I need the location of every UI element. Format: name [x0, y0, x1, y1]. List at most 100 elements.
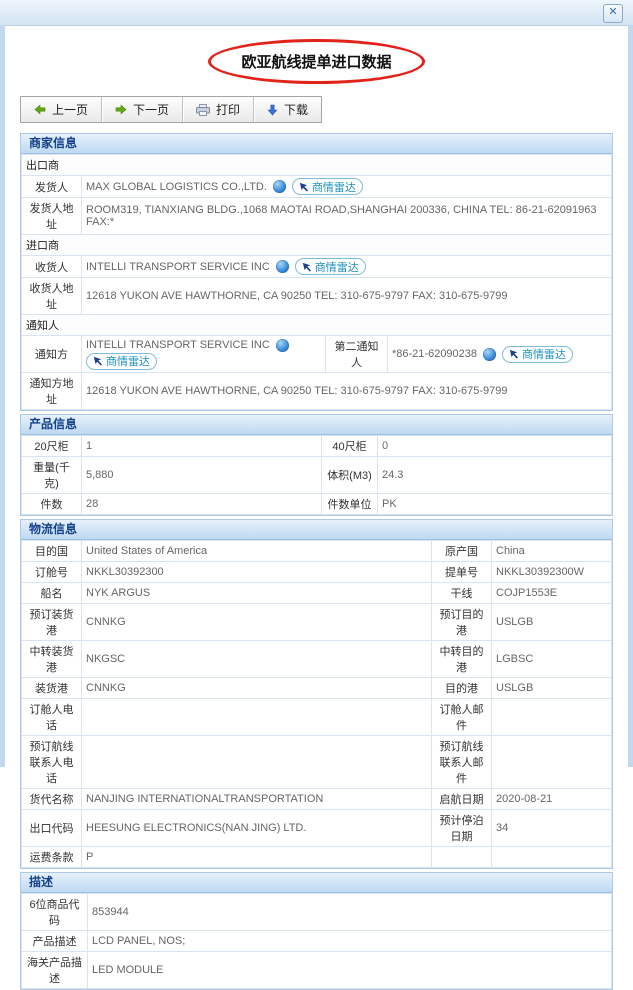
consignee-address-label: 收货人地址 [21, 277, 82, 315]
table-row: 目的国 United States of America 原产国 China [21, 540, 612, 562]
printer-icon [196, 103, 211, 116]
consignee-value: INTELLI TRANSPORT SERVICE INC [86, 260, 270, 273]
title-area: 欧亚航线提单进口数据 [5, 39, 628, 87]
field-value: 5,880 [81, 456, 322, 494]
section-description: 描述 6位商品代码 853944 产品描述 LCD PANEL, NOS; 海关… [20, 872, 613, 990]
next-page-button[interactable]: 下一页 [102, 97, 184, 122]
field-value [81, 735, 432, 789]
field-value [491, 735, 612, 789]
field-value: 2020-08-21 [491, 788, 612, 810]
field-value: CNNKG [81, 677, 432, 699]
field-label [431, 846, 492, 868]
field-value: PK [377, 493, 612, 515]
shipper-value: MAX GLOBAL LOGISTICS CO.,LTD. [86, 180, 267, 193]
prev-page-button[interactable]: 上一页 [21, 97, 103, 122]
close-icon[interactable]: ✕ [603, 4, 623, 23]
shangqing-radar-badge[interactable]: 商情雷达 [291, 178, 363, 195]
description-table: 6位商品代码 853944 产品描述 LCD PANEL, NOS; 海关产品描… [21, 893, 612, 989]
table-row: 通知人 [21, 314, 612, 336]
merchant-section-header: 商家信息 [21, 134, 612, 154]
notify-value: INTELLI TRANSPORT SERVICE INC [86, 339, 270, 351]
table-row: 发货人地址 ROOM319, TIANXIANG BLDG.,1068 MAOT… [21, 197, 612, 235]
radar-arrow-icon [302, 262, 311, 272]
print-label: 打印 [216, 103, 241, 117]
field-label: 货代名称 [21, 788, 82, 810]
field-label: 产品描述 [21, 930, 88, 952]
shangqing-radar-badge[interactable]: 商情雷达 [502, 345, 574, 363]
table-row: 收货人 INTELLI TRANSPORT SERVICE INC 商情雷达 [21, 255, 612, 278]
globe-icon[interactable] [275, 338, 289, 352]
product-table: 20尺柜 1 40尺柜 0 重量(千克) 5,880 体积(M3) 24.3 件… [21, 435, 612, 515]
field-label: 件数单位 [321, 493, 378, 515]
field-value: USLGB [491, 603, 612, 641]
table-row: 装货港 CNNKG 目的港 USLGB [21, 677, 612, 699]
radar-arrow-icon [299, 182, 309, 192]
importer-subheader: 进口商 [21, 234, 612, 256]
table-row: 中转装货港 NKGSC 中转目的港 LGBSC [21, 640, 612, 678]
prev-page-label: 上一页 [52, 103, 89, 117]
radar-badge-label: 商情雷达 [311, 181, 356, 194]
field-value: NANJING INTERNATIONALTRANSPORTATION [81, 788, 432, 810]
field-value: COJP1553E [491, 582, 612, 604]
field-value: China [491, 540, 612, 562]
product-section-header: 产品信息 [21, 415, 612, 435]
table-row: 6位商品代码 853944 [21, 893, 612, 931]
field-label: 订舱号 [21, 561, 82, 583]
field-label: 干线 [431, 582, 492, 604]
table-row: 订舱号 NKKL30392300 提单号 NKKL30392300W [21, 561, 612, 583]
shangqing-radar-badge[interactable]: 商情雷达 [294, 258, 366, 275]
next-page-label: 下一页 [133, 103, 170, 117]
field-value [491, 846, 612, 868]
field-value: LED MODULE [87, 951, 612, 989]
table-row: 船名 NYK ARGUS 干线 COJP1553E [21, 582, 612, 604]
field-value: LGBSC [491, 640, 612, 678]
table-row: 20尺柜 1 40尺柜 0 [21, 435, 612, 457]
shipper-address-label: 发货人地址 [21, 197, 82, 235]
field-label: 预订目的港 [431, 603, 492, 641]
field-label: 目的国 [21, 540, 82, 562]
field-value [491, 698, 612, 736]
globe-icon[interactable] [483, 347, 497, 361]
table-row: 订舱人电话 订舱人邮件 [21, 698, 612, 736]
merchant-table: 出口商 发货人 MAX GLOBAL LOGISTICS CO.,LTD. 商情… [21, 154, 612, 410]
download-label: 下载 [284, 103, 309, 117]
page-title: 欧亚航线提单进口数据 [241, 54, 392, 71]
field-value: NKGSC [81, 640, 432, 678]
field-label: 中转目的港 [431, 640, 492, 678]
shangqing-radar-badge[interactable]: 商情雷达 [86, 352, 157, 370]
window-frame-right [628, 25, 633, 767]
globe-icon[interactable] [275, 260, 289, 273]
print-button[interactable]: 打印 [183, 97, 255, 122]
download-button[interactable]: 下载 [254, 97, 321, 122]
field-label: 中转装货港 [21, 640, 82, 678]
window-titlebar: ✕ [0, 0, 633, 26]
field-label: 20尺柜 [21, 435, 82, 457]
shipper-address-value: ROOM319, TIANXIANG BLDG.,1068 MAOTAI ROA… [81, 197, 612, 235]
field-label: 船名 [21, 582, 82, 604]
field-value: NKKL30392300 [81, 561, 432, 583]
field-label: 体积(M3) [321, 456, 378, 494]
radar-badge-label: 商情雷达 [106, 356, 150, 368]
table-row: 通知方地址 12618 YUKON AVE HAWTHORNE, CA 9025… [21, 372, 612, 410]
field-label: 运费条款 [21, 846, 82, 868]
field-label: 装货港 [21, 677, 82, 699]
field-label: 6位商品代码 [21, 893, 88, 931]
consignee-address-value: 12618 YUKON AVE HAWTHORNE, CA 90250 TEL:… [81, 277, 612, 315]
table-row: 发货人 MAX GLOBAL LOGISTICS CO.,LTD. 商情雷达 [21, 175, 612, 198]
globe-icon[interactable] [272, 180, 286, 193]
field-label: 预订航线联系人邮件 [431, 735, 492, 789]
table-row: 收货人地址 12618 YUKON AVE HAWTHORNE, CA 9025… [21, 277, 612, 315]
table-row: 预订航线联系人电话 预订航线联系人邮件 [21, 735, 612, 789]
toolbar: 上一页 下一页 打印 下载 [20, 96, 323, 123]
notify-subheader: 通知人 [21, 314, 612, 336]
notify-address-label: 通知方地址 [21, 372, 82, 410]
field-value: 34 [491, 809, 612, 847]
field-label: 40尺柜 [321, 435, 378, 457]
consignee-label: 收货人 [21, 255, 82, 278]
section-logistics-info: 物流信息 目的国 United States of America 原产国 Ch… [20, 519, 613, 869]
second-notify-value: *86-21-62090238 [392, 348, 478, 360]
field-label: 预订装货港 [21, 603, 82, 641]
logistics-table: 目的国 United States of America 原产国 China 订… [21, 540, 612, 868]
arrow-down-icon [267, 104, 278, 115]
second-notify-label: 第二通知人 [325, 335, 388, 373]
